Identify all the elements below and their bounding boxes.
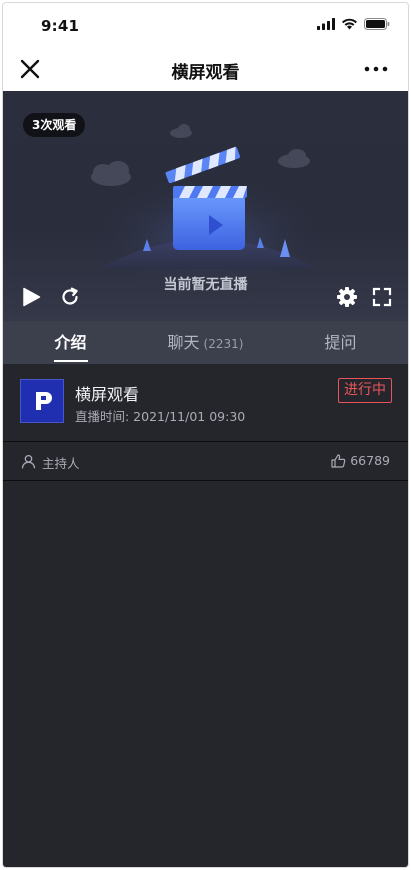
wifi-icon <box>342 18 357 30</box>
channel-logo <box>20 379 64 423</box>
tab-chat-label: 聊天 <box>167 333 200 352</box>
live-time: 直播时间: 2021/11/01 09:30 <box>75 409 246 424</box>
settings-gear-icon[interactable] <box>336 286 358 308</box>
refresh-icon[interactable] <box>59 286 81 308</box>
thumbs-up-icon <box>331 453 346 468</box>
p-logo-icon <box>36 392 52 410</box>
tab-intro[interactable]: 介绍 <box>3 321 138 364</box>
host-row: 主持人 66789 <box>3 442 408 480</box>
nav-bar: 横屏观看 <box>3 47 408 91</box>
signal-icon <box>317 18 335 30</box>
phone-frame: 9:41 横屏观看 3次观看 当前暂无直播 介绍 聊天 (2231) 提问 横屏… <box>2 2 409 868</box>
battery-icon <box>364 18 390 30</box>
like-count: 66789 <box>350 453 390 468</box>
person-icon <box>21 454 36 469</box>
page-title: 横屏观看 <box>171 63 240 83</box>
tab-bar: 介绍 聊天 (2231) 提问 <box>3 321 408 364</box>
tab-chat[interactable]: 聊天 (2231) <box>138 321 273 364</box>
intro-panel: 横屏观看 直播时间: 2021/11/01 09:30 进行中 主持人 6678… <box>3 364 408 867</box>
tab-questions[interactable]: 提问 <box>273 321 408 364</box>
status-bar: 9:41 <box>3 3 408 47</box>
more-icon[interactable] <box>362 59 390 79</box>
video-player[interactable]: 3次观看 当前暂无直播 <box>3 91 408 321</box>
status-time: 9:41 <box>41 17 80 35</box>
host-label: 主持人 <box>42 456 80 471</box>
like-button[interactable]: 66789 <box>331 453 390 468</box>
tab-questions-label: 提问 <box>324 333 357 352</box>
tab-chat-count: (2231) <box>203 337 244 351</box>
divider <box>3 480 408 481</box>
live-title: 横屏观看 <box>75 385 140 404</box>
fullscreen-icon[interactable] <box>371 286 393 308</box>
status-icons <box>317 18 390 30</box>
live-info-row: 横屏观看 直播时间: 2021/11/01 09:30 进行中 <box>3 364 408 441</box>
live-status-badge: 进行中 <box>338 378 392 403</box>
play-icon[interactable] <box>20 286 42 308</box>
view-count-badge: 3次观看 <box>23 113 86 137</box>
tab-intro-label: 介绍 <box>54 333 87 352</box>
